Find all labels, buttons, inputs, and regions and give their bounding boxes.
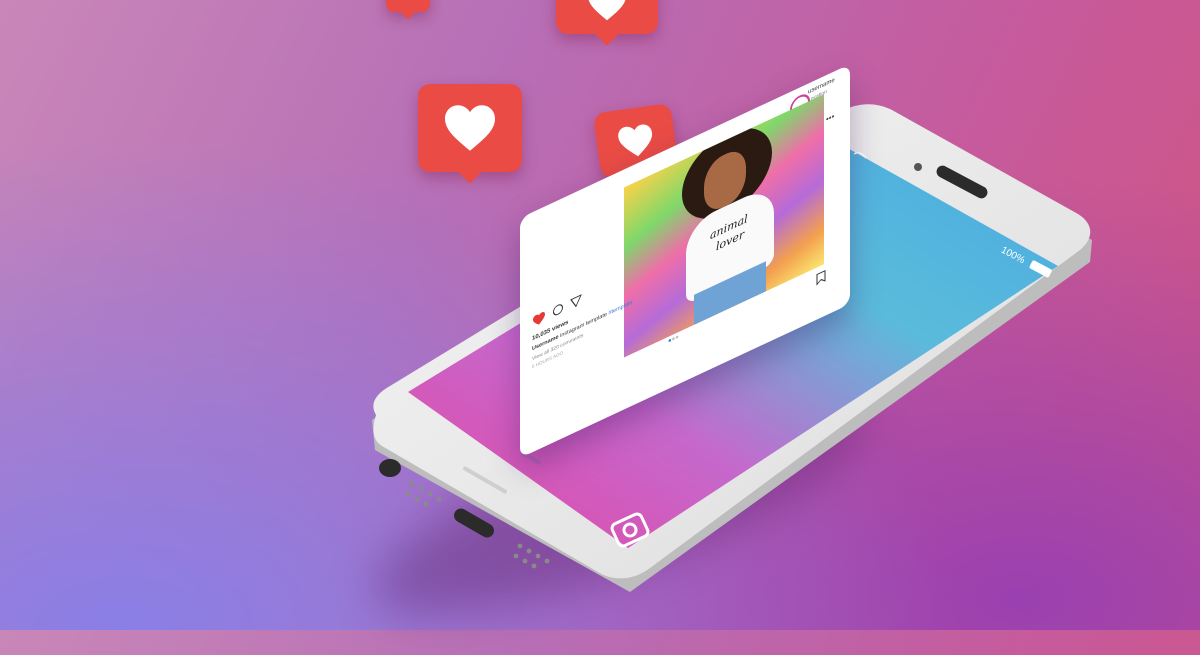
headphone-jack [379,459,401,477]
front-camera [914,163,922,171]
heart-icon [588,0,626,21]
heart-icon [445,105,495,151]
